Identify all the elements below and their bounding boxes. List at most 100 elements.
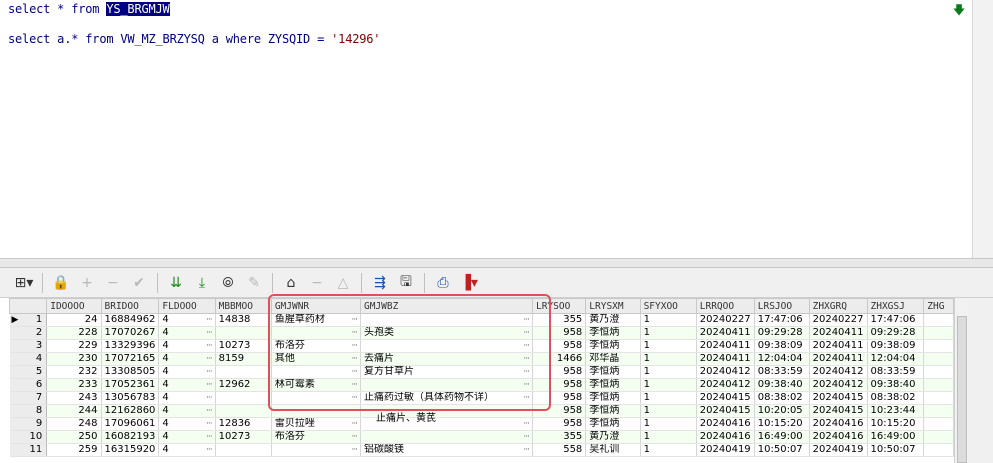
table-row[interactable]: ▶12416884962414838鱼腥草药材355黄乃澄12024022717… <box>9 313 954 327</box>
table-cell[interactable]: 958 <box>532 378 587 392</box>
table-cell[interactable]: 20240411 <box>696 339 755 353</box>
table-cell[interactable]: 259 <box>46 443 102 457</box>
table-cell[interactable] <box>360 339 533 353</box>
table-cell[interactable]: 1 <box>640 391 697 405</box>
table-cell[interactable]: 12162860 <box>101 404 160 418</box>
table-cell[interactable]: 17096061 <box>101 417 160 431</box>
table-cell[interactable]: 243 <box>46 391 102 405</box>
table-cell[interactable]: 其他 <box>271 352 361 366</box>
save-icon[interactable]: 🖫 <box>394 272 418 294</box>
row-number[interactable]: 2 <box>9 326 48 340</box>
column-header[interactable]: FLDOOO <box>158 298 216 314</box>
clear-icon[interactable]: ✎ <box>242 272 266 294</box>
table-cell[interactable]: 黄乃澄 <box>585 430 641 444</box>
query-icon[interactable]: ⌂ <box>279 272 303 294</box>
table-cell[interactable]: 10273 <box>215 339 272 353</box>
arrow-down-icon[interactable]: 🡇 <box>950 2 968 18</box>
table-cell[interactable]: 布洛芬 <box>271 430 361 444</box>
table-row[interactable]: 1025016082193410273布洛芬355黄乃澄12024041616:… <box>9 430 954 444</box>
table-cell[interactable]: 李恒炳 <box>585 404 641 418</box>
table-cell[interactable]: 20240415 <box>809 391 868 405</box>
table-cell[interactable]: 20240411 <box>809 352 868 366</box>
table-cell[interactable]: 09:38:09 <box>867 339 925 353</box>
table-cell[interactable]: 08:38:02 <box>754 391 810 405</box>
table-row[interactable]: 5232133085054复方甘草片958李恒炳12024041208:33:5… <box>9 365 954 379</box>
pane-splitter[interactable] <box>0 258 993 268</box>
table-cell[interactable]: 244 <box>46 404 102 418</box>
table-cell[interactable]: 20240227 <box>696 313 755 327</box>
table-cell[interactable]: 24 <box>46 313 102 327</box>
row-number[interactable]: 9 <box>9 417 48 431</box>
table-cell[interactable]: 李恒炳 <box>585 339 641 353</box>
column-header[interactable]: BRIDOO <box>100 298 160 314</box>
table-cell[interactable]: 20240411 <box>809 339 868 353</box>
binoculars-icon[interactable]: ⦾ <box>216 272 240 294</box>
table-cell[interactable]: 228 <box>46 326 102 340</box>
table-cell[interactable]: 12836 <box>215 417 272 431</box>
table-cell[interactable]: 4 <box>158 404 216 418</box>
column-header[interactable]: ZHXGRQ <box>808 298 868 314</box>
table-cell[interactable]: 鱼腥草药材 <box>271 313 361 327</box>
table-cell[interactable]: 林可霉素 <box>271 378 361 392</box>
table-cell[interactable] <box>360 313 533 327</box>
chart-icon[interactable]: ▐▾ <box>457 272 481 294</box>
table-cell[interactable]: 558 <box>532 443 587 457</box>
table-cell[interactable] <box>271 365 361 379</box>
table-cell[interactable]: 20240412 <box>696 365 755 379</box>
table-cell[interactable]: 355 <box>532 313 587 327</box>
table-cell[interactable]: 09:38:40 <box>754 378 810 392</box>
row-number[interactable]: 6 <box>9 378 48 392</box>
table-cell[interactable]: 1 <box>640 378 697 392</box>
table-cell[interactable]: 4 <box>158 443 216 457</box>
table-cell[interactable]: 20240412 <box>809 378 868 392</box>
table-row[interactable]: 2228170702674头孢类958李恒炳12024041109:29:282… <box>9 326 954 340</box>
table-cell[interactable]: 20240416 <box>696 430 755 444</box>
table-cell[interactable]: 20240411 <box>809 326 868 340</box>
table-cell[interactable]: 1 <box>640 352 697 366</box>
remove-icon[interactable]: − <box>101 272 125 294</box>
table-cell[interactable]: 20240412 <box>809 365 868 379</box>
table-cell[interactable]: 1466 <box>532 352 587 366</box>
table-cell[interactable] <box>215 391 272 405</box>
table-cell[interactable]: 16082193 <box>101 430 160 444</box>
table-cell[interactable]: 248 <box>46 417 102 431</box>
table-cell[interactable]: 李恒炳 <box>585 378 641 392</box>
table-cell[interactable]: 李恒炳 <box>585 391 641 405</box>
table-cell[interactable]: 10273 <box>215 430 272 444</box>
check-icon[interactable]: ✔ <box>127 272 151 294</box>
table-cell[interactable]: 17:47:06 <box>754 313 810 327</box>
table-cell[interactable] <box>215 404 272 418</box>
table-cell[interactable]: 17:47:06 <box>867 313 925 327</box>
table-cell[interactable]: 20240416 <box>696 417 755 431</box>
row-number[interactable]: 10 <box>9 430 48 444</box>
table-cell[interactable]: 355 <box>532 430 587 444</box>
table-cell[interactable]: 20240227 <box>809 313 868 327</box>
table-cell[interactable]: 4 <box>158 365 216 379</box>
table-cell[interactable]: 1 <box>640 326 697 340</box>
table-cell[interactable]: 吴礼训 <box>585 443 641 457</box>
column-header[interactable]: SFYXOO <box>639 298 697 314</box>
table-row[interactable]: 623317052361412962林可霉素958李恒炳12024041209:… <box>9 378 954 392</box>
column-header[interactable]: GMJWNR <box>270 298 361 314</box>
table-cell[interactable] <box>271 443 361 457</box>
table-cell[interactable]: 08:38:02 <box>867 391 925 405</box>
table-cell[interactable]: 232 <box>46 365 102 379</box>
table-cell[interactable]: 20240411 <box>696 352 755 366</box>
table-cell[interactable]: 20240419 <box>809 443 868 457</box>
table-cell[interactable]: 958 <box>532 365 587 379</box>
table-cell[interactable]: 去痛片 <box>360 352 533 366</box>
table-cell[interactable]: 20240415 <box>809 404 868 418</box>
table-cell[interactable] <box>271 404 361 418</box>
table-cell[interactable]: 4 <box>158 326 216 340</box>
table-cell[interactable]: 1 <box>640 417 697 431</box>
table-cell[interactable]: 16315920 <box>101 443 160 457</box>
sql-editor[interactable]: select * from YS_BRGMJW select a.* from … <box>0 0 993 258</box>
table-cell[interactable]: 958 <box>532 339 587 353</box>
row-number[interactable]: 4 <box>9 352 48 366</box>
grid-menu-icon[interactable]: ⊞▾ <box>12 272 36 294</box>
table-cell[interactable] <box>271 326 361 340</box>
table-cell[interactable]: 958 <box>532 326 587 340</box>
table-cell[interactable] <box>215 443 272 457</box>
table-cell[interactable]: 4 <box>158 313 216 327</box>
next-icon[interactable]: ⇊ <box>164 272 188 294</box>
